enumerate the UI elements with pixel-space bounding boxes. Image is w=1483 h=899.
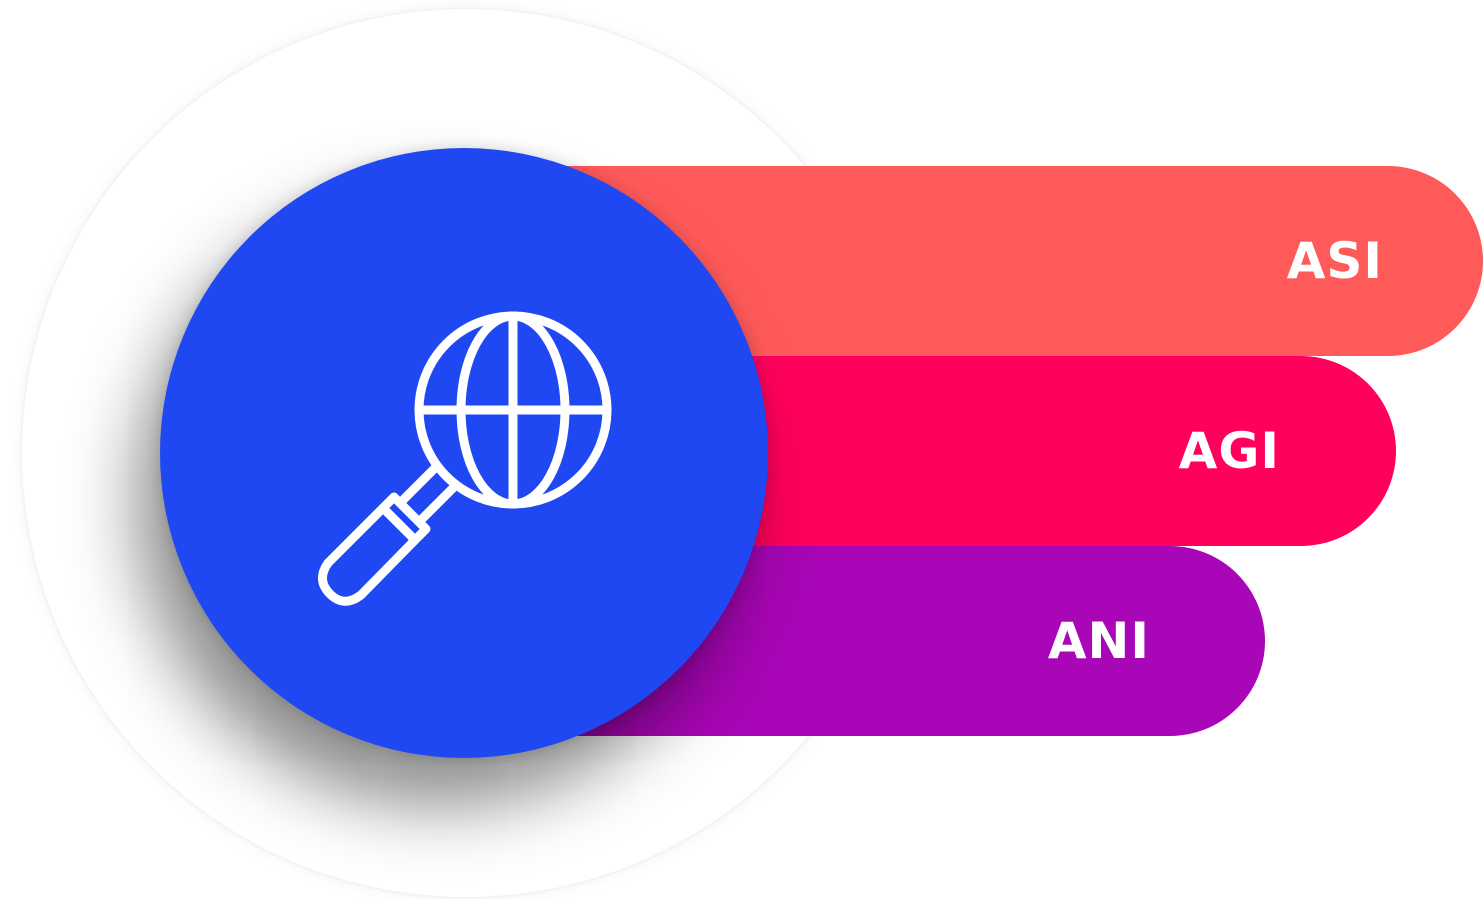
bar-ani-label: ANI [1047,612,1150,670]
bar-agi-label: AGI [1178,422,1280,480]
main-circle [160,148,768,758]
diagram-canvas: ASI AGI ANI [0,0,1483,899]
bar-asi-label: ASI [1286,232,1383,290]
globe-search-icon [318,311,612,606]
